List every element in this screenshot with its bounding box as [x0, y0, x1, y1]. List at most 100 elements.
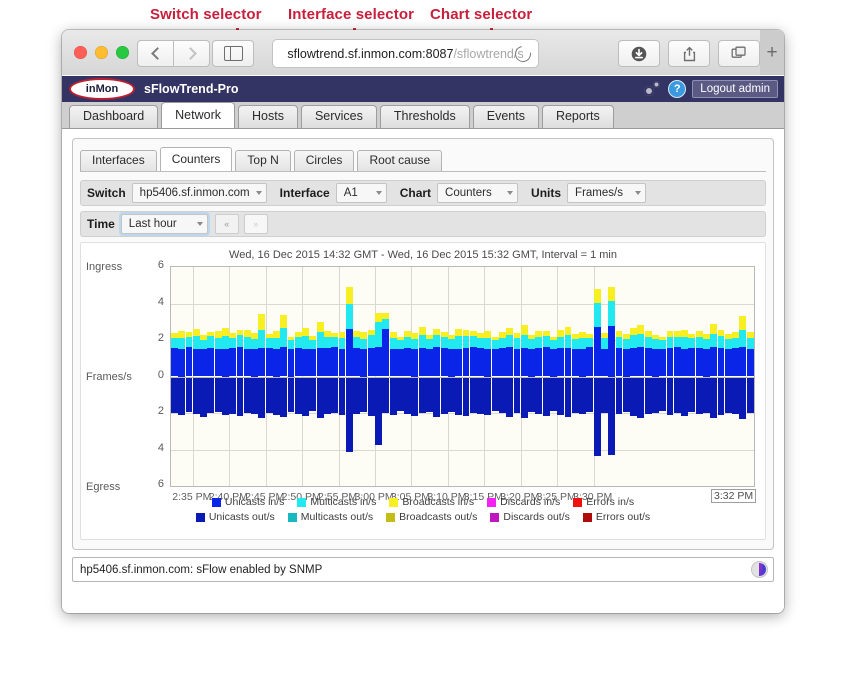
tab-thresholds[interactable]: Thresholds: [379, 105, 470, 128]
chart-bar: [498, 337, 506, 349]
chart-bar: [571, 348, 579, 377]
chart-bar: [236, 347, 244, 377]
chart-bar: [214, 348, 222, 377]
forward-button[interactable]: [174, 40, 210, 67]
chart-bar: [345, 376, 353, 453]
chart-gridline-h: [171, 303, 754, 305]
legend-item[interactable]: Broadcasts out/s: [386, 511, 477, 523]
tab-events[interactable]: Events: [472, 105, 539, 128]
chart-bar: [600, 348, 608, 377]
y-tick-label: 2: [157, 405, 164, 417]
legend-row-out: Unicasts out/s Multicasts out/s Broadcasts…: [81, 511, 765, 523]
legend-item[interactable]: Multicasts in/s: [297, 496, 376, 508]
chart-bar: [739, 347, 747, 377]
chart-bar: [280, 376, 288, 417]
chart-bar: [382, 329, 390, 377]
chart-bar: [389, 348, 397, 377]
chart-dropdown[interactable]: Counters: [437, 183, 519, 203]
chart-bar: [396, 340, 404, 350]
chevron-down-icon: [507, 191, 514, 195]
legend-item[interactable]: Discards in/s: [487, 496, 560, 508]
chart-bar: [171, 332, 178, 339]
interface-dropdown[interactable]: A1: [335, 183, 387, 203]
chart-bar: [724, 376, 732, 413]
chevron-down-icon: [196, 222, 203, 226]
legend-item[interactable]: Unicasts in/s: [211, 496, 285, 508]
chart-bar: [746, 331, 754, 338]
legend-item[interactable]: Multicasts out/s: [287, 511, 373, 523]
time-next-button[interactable]: »: [243, 214, 268, 234]
chart-bar: [586, 376, 594, 412]
sidebar-toggle-button[interactable]: [212, 40, 254, 67]
tab-dashboard[interactable]: Dashboard: [69, 105, 159, 128]
chart-bar: [732, 332, 739, 338]
back-button[interactable]: [137, 40, 174, 67]
chart-bar: [615, 376, 623, 415]
share-button[interactable]: [668, 40, 710, 67]
subtab-root-cause[interactable]: Root cause: [357, 150, 443, 171]
chart-bar: [717, 329, 725, 337]
chart-bar: [622, 376, 630, 413]
chart-bar: [586, 333, 594, 338]
tab-hosts[interactable]: Hosts: [238, 105, 298, 128]
subtab-counters[interactable]: Counters: [159, 147, 233, 171]
maximize-window-button[interactable]: [116, 46, 129, 59]
time-prev-button[interactable]: «: [214, 214, 239, 234]
chart-bar: [608, 326, 616, 377]
legend-label: Unicasts in/s: [224, 496, 285, 508]
chart-bar: [615, 336, 623, 349]
chart-bar: [302, 349, 310, 377]
chart-bar: [353, 331, 361, 337]
chart-bar: [528, 339, 535, 350]
tab-reports[interactable]: Reports: [541, 105, 614, 128]
time-range-dropdown[interactable]: Last hour: [120, 214, 208, 234]
help-icon[interactable]: ?: [668, 80, 687, 98]
legend-item[interactable]: Unicasts out/s: [195, 511, 275, 523]
legend-swatch: [195, 512, 205, 522]
chart-bar: [477, 348, 484, 377]
chart-bar: [477, 376, 484, 414]
chart-bar: [542, 376, 550, 416]
chart-bar: [338, 376, 346, 415]
downloads-button[interactable]: [618, 40, 660, 67]
legend-item[interactable]: Discards out/s: [490, 511, 570, 523]
download-icon: [631, 46, 647, 61]
tab-services[interactable]: Services: [300, 105, 377, 128]
legend-item[interactable]: Broadcasts in/s: [389, 496, 474, 508]
chart-bar: [353, 376, 361, 414]
chart-bar: [549, 336, 557, 340]
status-bar: hp5406.sf.inmon.com: sFlow enabled by SN…: [72, 557, 774, 582]
y-tick-label: 4: [157, 441, 164, 454]
subtab-circles[interactable]: Circles: [293, 150, 355, 171]
units-dropdown[interactable]: Frames/s: [567, 183, 647, 203]
chart-bar: [251, 338, 259, 350]
legend-item[interactable]: Errors in/s: [573, 496, 634, 508]
legend-label: Broadcasts out/s: [399, 511, 478, 523]
settings-gear-icon[interactable]: [644, 81, 662, 97]
chart-bar: [579, 332, 586, 339]
tab-overview-button[interactable]: [718, 40, 760, 67]
chart-bar: [557, 336, 565, 349]
minimize-window-button[interactable]: [95, 46, 108, 59]
annotation-label-chart-selector: Chart selector: [430, 6, 533, 23]
legend-item[interactable]: Errors out/s: [582, 511, 650, 523]
switch-dropdown[interactable]: hp5406.sf.inmon.com: [131, 183, 267, 203]
tab-network[interactable]: Network: [161, 102, 235, 128]
logout-button[interactable]: Logout admin: [692, 80, 778, 98]
chart-label: Chart: [399, 186, 432, 200]
chart-bar: [622, 349, 630, 377]
counters-chart: Wed, 16 Dec 2015 14:32 GMT - Wed, 16 Dec…: [80, 242, 766, 540]
close-window-button[interactable]: [74, 46, 87, 59]
chart-bar: [600, 332, 608, 339]
legend-swatch: [211, 497, 221, 507]
subtab-interfaces[interactable]: Interfaces: [80, 150, 157, 171]
chart-bar: [331, 337, 339, 348]
chart-bar: [192, 376, 200, 415]
new-tab-button[interactable]: +: [760, 30, 784, 75]
address-bar[interactable]: sflowtrend.sf.inmon.com:8087/sflowtrend/…: [272, 39, 539, 68]
chart-bar: [688, 376, 696, 413]
chart-bar: [557, 329, 565, 337]
subtab-top-n[interactable]: Top N: [235, 150, 291, 171]
switch-value: hp5406.sf.inmon.com: [139, 187, 250, 199]
chart-bar: [324, 336, 331, 349]
